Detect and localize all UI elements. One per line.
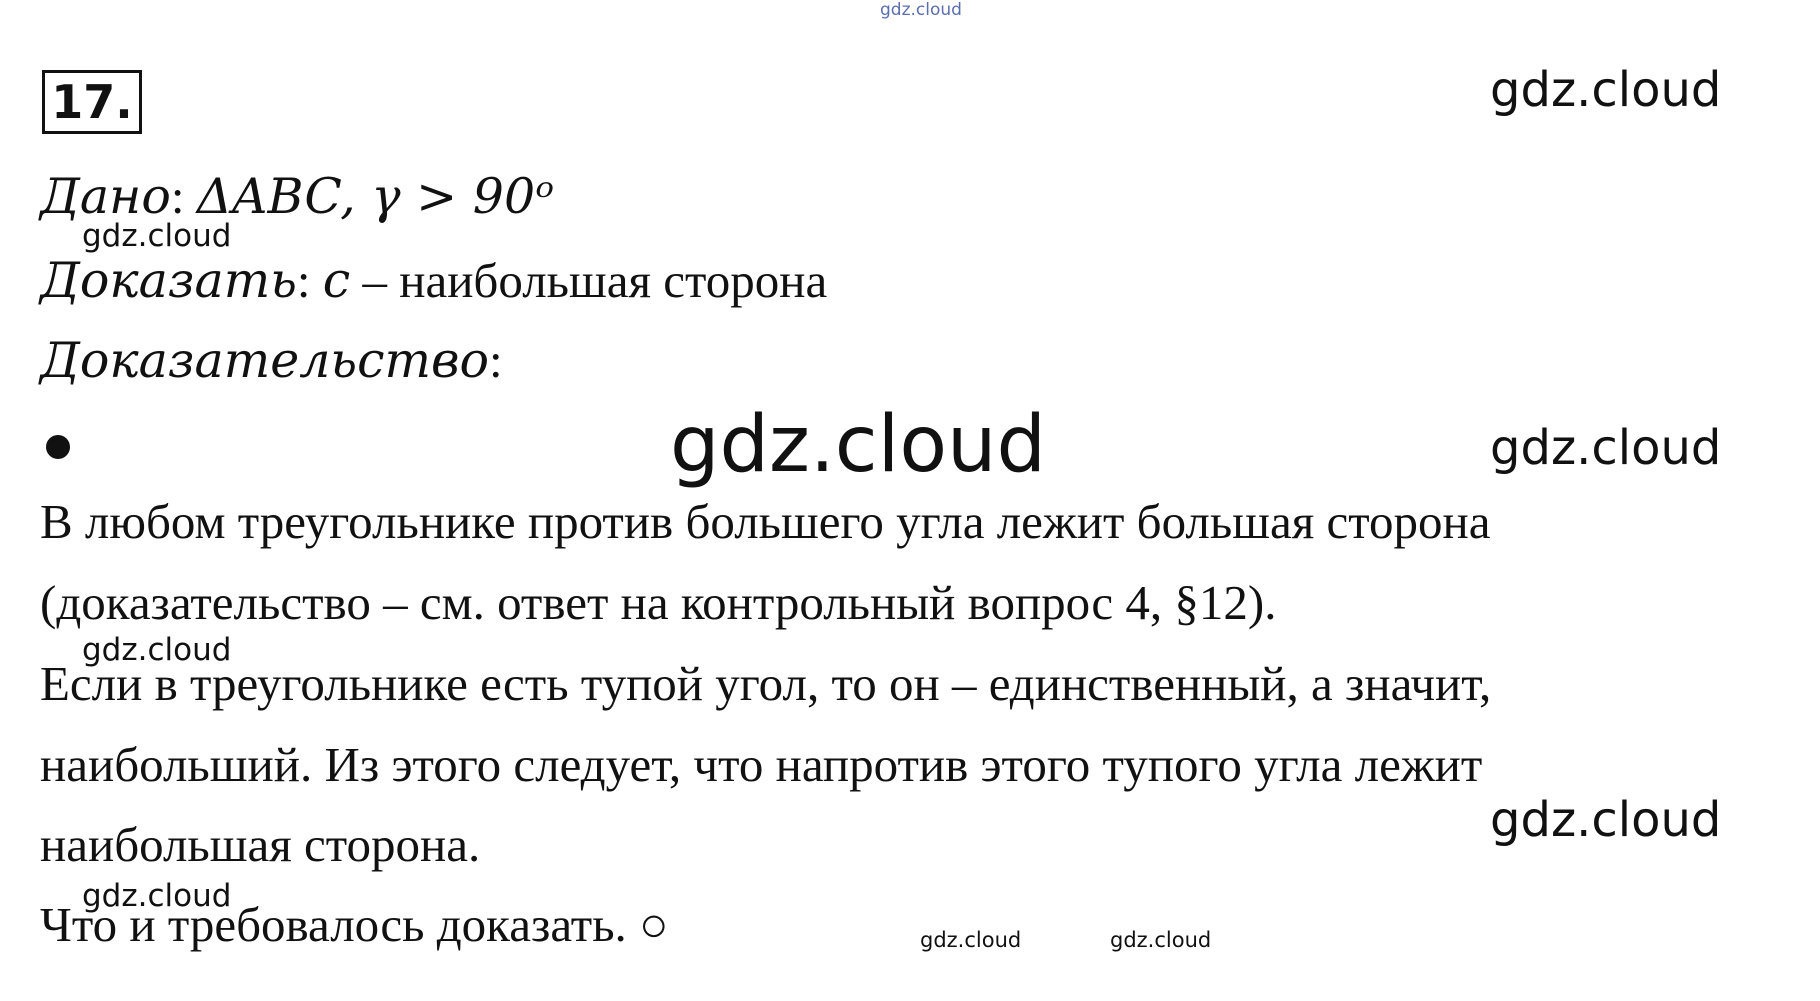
body-p2-line1: Если в треугольнике есть тупой угол, то … — [40, 656, 1492, 711]
watermark-center-large: gdz.cloud — [670, 400, 1046, 490]
prove-line: Доказать: c – наибольшая сторона — [40, 252, 827, 309]
problem-number: 17. — [42, 70, 142, 134]
bullet-icon — [46, 435, 70, 459]
watermark-top: gdz.cloud — [880, 0, 962, 20]
given-colon: : — [170, 169, 185, 224]
proof-label: Доказательство — [40, 332, 490, 389]
proof-colon: : — [489, 333, 503, 388]
prove-label: Доказать — [40, 252, 297, 309]
prove-text: – наибольшая сторона — [362, 253, 828, 308]
conclusion: Что и требовалось доказать. ○ — [40, 897, 669, 952]
prove-colon: : — [296, 253, 311, 308]
body-p2-line2: наибольший. Из этого следует, что напрот… — [40, 737, 1483, 792]
proof-line: Доказательство: — [40, 332, 503, 389]
given-label: Дано — [40, 168, 171, 225]
body-p1-line1: В любом треугольнике против большего угл… — [40, 494, 1491, 549]
watermark-right-2: gdz.cloud — [1490, 420, 1722, 476]
given-line: Дано: ΔABC, γ > 90ᵒ — [40, 168, 554, 225]
watermark-right-1: gdz.cloud — [1490, 62, 1722, 118]
body-p2-line3: наибольшая сторона. — [40, 817, 481, 872]
watermark-bottom-1: gdz.cloud — [920, 928, 1022, 952]
body-p1-line2: (доказательство – см. ответ на контрольн… — [40, 575, 1277, 630]
watermark-right-3: gdz.cloud — [1490, 792, 1722, 848]
given-formula: ΔABC, γ > 90ᵒ — [196, 168, 555, 225]
prove-variable: c — [322, 252, 351, 309]
watermark-bottom-2: gdz.cloud — [1110, 928, 1212, 952]
